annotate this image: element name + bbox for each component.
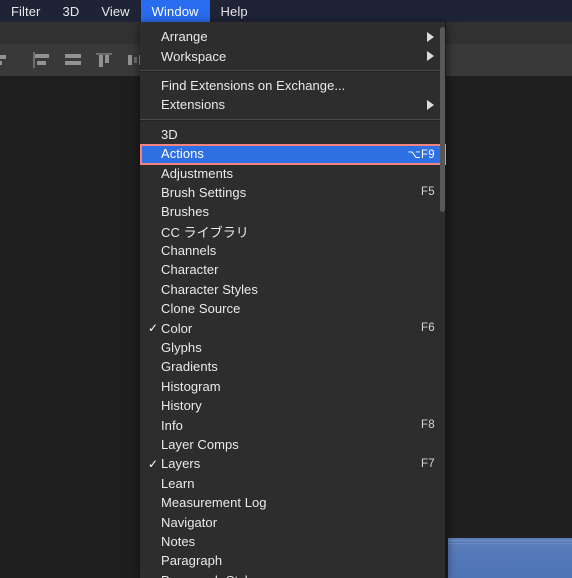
align-top-edges-icon[interactable]: [93, 49, 115, 71]
menu-item-brush-settings[interactable]: Brush Settings F5: [140, 183, 445, 202]
menu-item-shortcut: F7: [420, 457, 435, 470]
menu-item-label: Clone Source: [161, 301, 241, 317]
menu-item-find-extensions-on-exchange[interactable]: Find Extensions on Exchange...: [140, 76, 445, 95]
menu-item-color[interactable]: ✓ Color F6: [140, 318, 445, 337]
menu-item-label: Color: [161, 320, 193, 336]
menu-item-layers[interactable]: ✓ Layers F7: [140, 454, 445, 473]
menu-item-label: Channels: [161, 243, 217, 259]
submenu-arrow-icon: [427, 99, 439, 110]
menu-item-label: Gradients: [161, 359, 218, 375]
menu-item-clone-source[interactable]: Clone Source: [140, 299, 445, 318]
menu-item-channels[interactable]: Channels: [140, 241, 445, 260]
align-right-edges-icon[interactable]: [62, 49, 84, 71]
menu-item-cc[interactable]: CC ライブラリ: [140, 222, 445, 241]
menu-item-label: Info: [161, 417, 183, 433]
menu-item-label: 3D: [161, 126, 178, 142]
menu-item-workspace[interactable]: Workspace: [140, 46, 445, 65]
right-panel-column: [448, 76, 572, 578]
menu-item-adjustments[interactable]: Adjustments: [140, 163, 445, 182]
menu-separator: [140, 118, 445, 121]
menu-item-paragraph-styles[interactable]: Paragraph Styles: [140, 571, 445, 578]
menu-item-label: Adjustments: [161, 165, 234, 181]
menu-item-label: Paragraph Styles: [161, 573, 262, 578]
menu-item-notes[interactable]: Notes: [140, 532, 445, 551]
menu-item-label: Paragraph: [161, 553, 223, 569]
menu-item-label: Layer Comps: [161, 437, 239, 452]
menu-item-layer-comps[interactable]: Layer Comps: [140, 435, 445, 454]
menu-item-shortcut: F8: [420, 419, 435, 432]
menu-item-checkmark-icon: ✓: [148, 321, 159, 336]
menu-item-actions[interactable]: Actions ⌥F9: [140, 143, 445, 164]
menu-item-label: Actions: [161, 146, 204, 162]
submenu-arrow-icon: [427, 51, 439, 62]
menu-item-histogram[interactable]: Histogram: [140, 377, 445, 396]
menu-item-label: Find Extensions on Exchange...: [161, 77, 346, 93]
menu-item-label: Brush Settings: [161, 184, 247, 200]
menu-item-label: Brushes: [161, 204, 210, 220]
menu-item-shortcut: ⌥F9: [407, 148, 435, 161]
menubar-item-filter[interactable]: Filter: [0, 0, 52, 22]
menu-item-label: Histogram: [161, 378, 221, 394]
menu-item-arrange[interactable]: Arrange: [140, 27, 445, 46]
menu-item-label: Navigator: [161, 514, 218, 530]
menu-item-glyphs[interactable]: Glyphs: [140, 338, 445, 357]
image-preview-thumbnail: [448, 538, 572, 578]
align-horizontal-centers-icon[interactable]: [31, 49, 53, 71]
menu-item-history[interactable]: History: [140, 396, 445, 415]
menu-item-navigator[interactable]: Navigator: [140, 512, 445, 531]
menu-item-paragraph[interactable]: Paragraph: [140, 551, 445, 570]
menu-item-label: Layers: [161, 456, 201, 472]
window-dropdown-menu: Arrange Workspace Find Extensions on Excha…: [140, 22, 446, 578]
menu-item-label: Extensions: [161, 97, 226, 113]
menu-item-label: Character Styles: [161, 281, 258, 297]
menu-item-brushes[interactable]: Brushes: [140, 202, 445, 221]
menu-item-learn[interactable]: Learn: [140, 474, 445, 493]
menu-item-character[interactable]: Character: [140, 260, 445, 279]
menubar-item-view[interactable]: View: [90, 0, 140, 22]
menu-item-label: History: [161, 398, 202, 414]
menubar-item-3d[interactable]: 3D: [52, 0, 91, 22]
menu-item-label: CC ライブラリ: [161, 224, 249, 240]
align-left-edges-icon[interactable]: [0, 49, 22, 71]
menu-item-measurement-log[interactable]: Measurement Log: [140, 493, 445, 512]
menu-item-gradients[interactable]: Gradients: [140, 357, 445, 376]
menubar-item-window[interactable]: Window: [140, 0, 210, 22]
menu-scrollbar[interactable]: [440, 27, 445, 572]
menu-scrollbar-thumb[interactable]: [440, 27, 445, 212]
menu-separator: [140, 69, 445, 72]
menu-item-character-styles[interactable]: Character Styles: [140, 280, 445, 299]
menu-item-3d[interactable]: 3D: [140, 125, 445, 144]
menu-item-label: Learn: [161, 475, 195, 491]
menu-item-shortcut: F6: [420, 322, 435, 335]
menu-item-extensions[interactable]: Extensions: [140, 95, 445, 114]
menu-item-checkmark-icon: ✓: [148, 456, 159, 471]
menu-item-label: Measurement Log: [161, 495, 267, 511]
menubar-item-help[interactable]: Help: [210, 0, 259, 22]
menu-item-label: Notes: [161, 533, 196, 549]
menu-item-label: Glyphs: [161, 340, 202, 356]
menu-item-label: Workspace: [161, 48, 227, 64]
menu-item-info[interactable]: Info F8: [140, 415, 445, 434]
menu-item-shortcut: F5: [420, 186, 435, 199]
menu-item-label: Arrange: [161, 29, 208, 45]
menu-bar: Filter 3D View Window Help: [0, 0, 572, 22]
menu-item-label: Character: [161, 262, 219, 278]
submenu-arrow-icon: [427, 31, 439, 42]
